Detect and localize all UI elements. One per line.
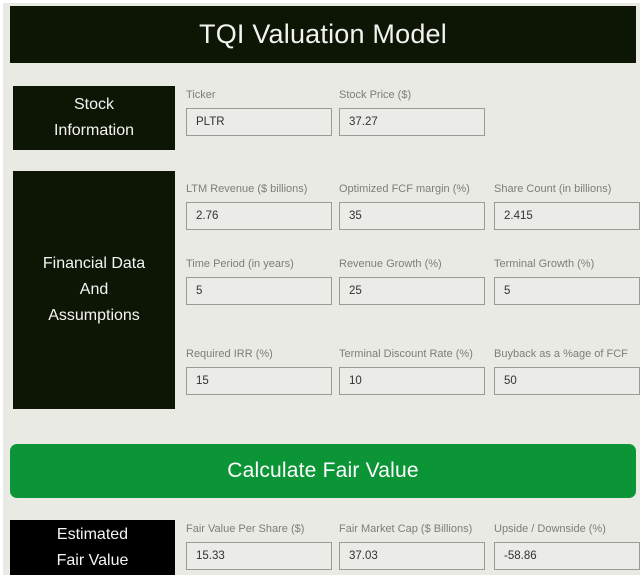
field-stock-price: Stock Price ($) — [339, 89, 485, 136]
terminal-discount-rate-input[interactable] — [339, 367, 485, 395]
optimized-fcf-margin-input[interactable] — [339, 202, 485, 230]
stock-label-line-2: Information — [53, 122, 135, 139]
field-buyback-percentage: Buyback as a %age of FCF — [494, 348, 640, 395]
field-optimized-fcf-margin: Optimized FCF margin (%) — [339, 183, 485, 230]
field-label-buyback-percentage: Buyback as a %age of FCF — [494, 348, 628, 360]
financial-label-line-2: And — [79, 281, 109, 298]
field-label-time-period: Time Period (in years) — [186, 258, 294, 270]
field-label-fair-value-per-share: Fair Value Per Share ($) — [186, 523, 305, 535]
section-label-estimated-fair-value-text: Estimated Fair Value — [51, 522, 135, 574]
section-label-stock-information: Stock Information — [13, 86, 175, 150]
field-time-period: Time Period (in years) — [186, 258, 332, 305]
field-fair-value-per-share: Fair Value Per Share ($) — [186, 523, 332, 570]
ticker-input[interactable] — [186, 108, 332, 136]
field-label-terminal-growth: Terminal Growth (%) — [494, 258, 595, 270]
field-label-terminal-discount-rate: Terminal Discount Rate (%) — [339, 348, 473, 360]
field-required-irr: Required IRR (%) — [186, 348, 332, 395]
time-period-input[interactable] — [186, 277, 332, 305]
ltm-revenue-input[interactable] — [186, 202, 332, 230]
field-ltm-revenue: LTM Revenue ($ billions) — [186, 183, 332, 230]
app-header: TQI Valuation Model — [10, 6, 636, 63]
field-label-stock-price: Stock Price ($) — [339, 89, 412, 101]
revenue-growth-input[interactable] — [339, 277, 485, 305]
field-label-revenue-growth: Revenue Growth (%) — [339, 258, 442, 270]
upside-downside-output[interactable] — [494, 542, 640, 570]
field-label-ticker: Ticker — [186, 89, 216, 101]
valuation-model-app: TQI Valuation Model Stock Information Ti… — [0, 0, 640, 575]
field-share-count: Share Count (in billions) — [494, 183, 640, 230]
field-label-optimized-fcf-margin: Optimized FCF margin (%) — [339, 183, 470, 195]
field-label-ltm-revenue: LTM Revenue ($ billions) — [186, 183, 308, 195]
field-ticker: Ticker — [186, 89, 332, 136]
section-label-stock-information-text: Stock Information — [48, 92, 140, 144]
field-revenue-growth: Revenue Growth (%) — [339, 258, 485, 305]
field-terminal-growth: Terminal Growth (%) — [494, 258, 640, 305]
stock-price-input[interactable] — [339, 108, 485, 136]
page-title: TQI Valuation Model — [199, 19, 447, 49]
buyback-percentage-input[interactable] — [494, 367, 640, 395]
section-label-estimated-fair-value: Estimated Fair Value — [10, 520, 175, 575]
calculate-fair-value-button[interactable]: Calculate Fair Value — [10, 444, 636, 498]
field-label-upside-downside: Upside / Downside (%) — [494, 523, 606, 535]
field-fair-market-cap: Fair Market Cap ($ Billions) — [339, 523, 485, 570]
section-label-financial-data: Financial Data And Assumptions — [13, 171, 175, 409]
section-label-financial-data-text: Financial Data And Assumptions — [37, 251, 151, 329]
terminal-growth-input[interactable] — [494, 277, 640, 305]
field-terminal-discount-rate: Terminal Discount Rate (%) — [339, 348, 485, 395]
field-label-fair-market-cap: Fair Market Cap ($ Billions) — [339, 523, 473, 535]
field-label-required-irr: Required IRR (%) — [186, 348, 273, 360]
estimated-label-line-2: Fair Value — [56, 551, 129, 569]
financial-label-line-1: Financial Data — [42, 255, 146, 272]
field-upside-downside: Upside / Downside (%) — [494, 523, 640, 570]
required-irr-input[interactable] — [186, 367, 332, 395]
financial-label-line-3: Assumptions — [48, 307, 140, 324]
share-count-input[interactable] — [494, 202, 640, 230]
estimated-label-line-1: Estimated — [56, 525, 129, 543]
stock-label-line-1: Stock — [73, 96, 114, 113]
field-label-share-count: Share Count (in billions) — [494, 183, 612, 195]
fair-value-per-share-output[interactable] — [186, 542, 332, 570]
fair-market-cap-output[interactable] — [339, 542, 485, 570]
